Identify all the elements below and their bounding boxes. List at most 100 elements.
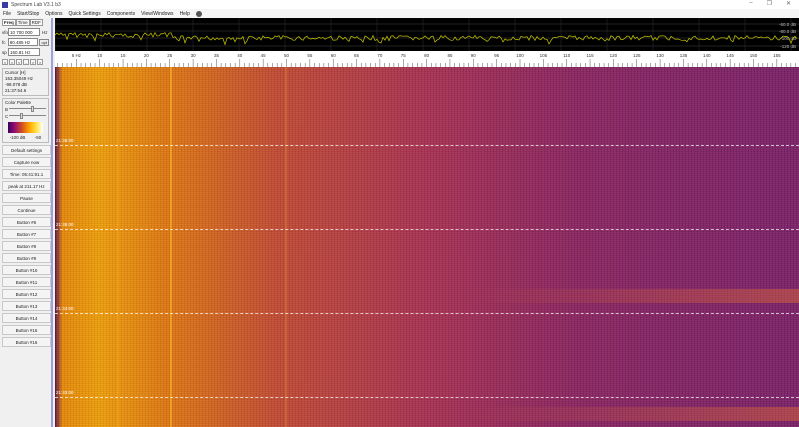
close-button[interactable]: ✕ [786,0,791,7]
menu-help[interactable]: Help [180,11,190,17]
frequency-tick-label: 70 [377,53,383,58]
frequency-tick-label: 55 [307,53,313,58]
frequency-tick-label: 5 Hz [72,53,82,58]
frequency-tick-label: 75 [401,53,407,58]
frequency-tick-label: 105 [540,53,548,58]
time-label: 21:36:00 [56,138,74,143]
time-gridline [55,145,799,146]
frequency-tick-label: 85 [447,53,453,58]
palette-min: -100 dB [9,135,26,140]
frequency-tick-label: 95 [494,53,500,58]
brightness-slider[interactable] [9,106,46,112]
tab-time[interactable]: Time [15,19,30,26]
menu-quick-settings[interactable]: Quick Settings [69,11,101,17]
frequency-tick-label: 90 [471,53,477,58]
time-label: 21:34:00 [56,306,74,311]
frequency-ruler[interactable]: 5 Hz 10 15 20 25 30 35 40 45 50 55 60 65 70 75 80 85 90 95… [55,51,799,67]
frequency-tick-label: 130 [656,53,664,58]
db-label: -120 dB [780,44,796,49]
panel-button-17[interactable]: Button #16 [2,337,51,347]
control-panel: Freq Time RDF vfo 10 700 000 Hz fc 80.485 H… [0,18,53,427]
panel-button-3[interactable]: Time: 05:41:91.1 [2,169,51,179]
spectrum-graph[interactable]: -60.0 dB -80.0 dB -100 dB -120 dB [54,18,799,51]
frequency-tick-label: 145 [726,53,734,58]
record-icon[interactable] [195,10,202,17]
panel-button-13[interactable]: Button #12 [2,289,51,299]
panel-button-15[interactable]: Button #14 [2,313,51,323]
time-gridline [55,397,799,398]
time-gridline [55,229,799,230]
db-label: -80.0 dB [779,29,796,34]
panel-button-6[interactable]: Continue [2,205,51,215]
panel-button-1[interactable]: Default settings [2,145,51,155]
menu-start-stop[interactable]: Start/Stop [17,11,39,17]
frequency-tick-label: 10 [97,53,103,58]
panel-button-4[interactable]: peak at 211.17 Hz [2,181,51,191]
panel-button-7[interactable]: Button #6 [2,217,51,227]
maximize-button[interactable]: ❐ [767,0,772,7]
frequency-tick-label: 155 [773,53,781,58]
frequency-tick-label: 60 [331,53,337,58]
opt-button[interactable]: opt [39,38,49,46]
menu-bar: File Start/Stop Options Quick Settings C… [0,9,799,18]
window-title: Spectrum Lab V3.1 b3 [11,1,61,8]
panel-button-10[interactable]: Button #9 [2,253,51,263]
frequency-tick-label: 115 [586,53,594,58]
frequency-tick-label: 65 [354,53,360,58]
contrast-slider[interactable] [9,113,46,119]
panel-button-16[interactable]: Button #15 [2,325,51,335]
panel-button-14[interactable]: Button #13 [2,301,51,311]
time-label: 21:35:00 [56,222,74,227]
frequency-tick-label: 140 [703,53,711,58]
minimize-button[interactable]: – [749,0,752,7]
span-input[interactable]: 160.81 Hz [8,48,40,56]
fc-input[interactable]: 80.485 Hz [7,38,39,46]
tab-freq[interactable]: Freq [2,19,16,26]
vfo-unit: Hz [42,29,48,35]
scroll-left-fast-button[interactable]: < [2,59,8,65]
scroll-left-small-button[interactable]: < [16,59,22,65]
spectrum-trace [54,31,798,46]
scroll-left-button[interactable]: < [9,59,15,65]
waterfall-display[interactable]: 21:36:00 21:35:00 21:34:00 21:33:00 [55,67,799,427]
palette-max: -50 [34,135,42,140]
title-bar: Spectrum Lab V3.1 b3 – ❐ ✕ [0,0,799,9]
contrast-label: C [5,113,9,119]
frequency-tick-label: 15 [121,53,127,58]
panel-button-9[interactable]: Button #8 [2,241,51,251]
tab-rdf[interactable]: RDF [29,19,43,26]
scroll-right-button[interactable]: > [30,59,36,65]
frequency-tick-label: 150 [750,53,758,58]
menu-options[interactable]: Options [45,11,62,17]
frequency-tick-label: 30 [191,53,197,58]
app-icon [2,1,8,8]
db-label: -60.0 dB [779,22,796,27]
panel-button-8[interactable]: Button #7 [2,229,51,239]
scroll-right-fast-button[interactable]: > [37,59,43,65]
panel-button-11[interactable]: Button #10 [2,265,51,275]
frequency-tick-label: 35 [214,53,220,58]
menu-file[interactable]: File [3,11,11,17]
frequency-tick-label: 120 [610,53,618,58]
time-label: 21:33:00 [56,390,74,395]
panel-button-5[interactable]: Pause [2,193,51,203]
panel-button-2[interactable]: Capture now [2,157,51,167]
cursor-info: Cursor [H] 153.35049 Hz -98.078 dB 21:37… [2,68,49,96]
frequency-tick-label: 45 [261,53,267,58]
frequency-tick-label: 110 [563,53,571,58]
frequency-tick-label: 100 [516,53,524,58]
menu-components[interactable]: Components [107,11,135,17]
vfo-input[interactable]: 10 700 000 [8,28,40,36]
frequency-tick-label: 25 [167,53,173,58]
panel-button-12[interactable]: Button #11 [2,277,51,287]
frequency-tick-label: 80 [424,53,430,58]
zoom-out-button[interactable]: - [23,59,29,65]
color-palette-bar[interactable] [8,122,43,133]
frequency-tick-label: 135 [680,53,688,58]
menu-view-windows[interactable]: View/Windows [141,11,173,17]
frequency-tick-label: 40 [237,53,243,58]
frequency-tick-label: 125 [633,53,641,58]
frequency-tick-label: 50 [284,53,290,58]
frequency-tick-label: 20 [144,53,150,58]
color-palette-group: Color Palette B C -100 dB -50 [2,98,49,143]
